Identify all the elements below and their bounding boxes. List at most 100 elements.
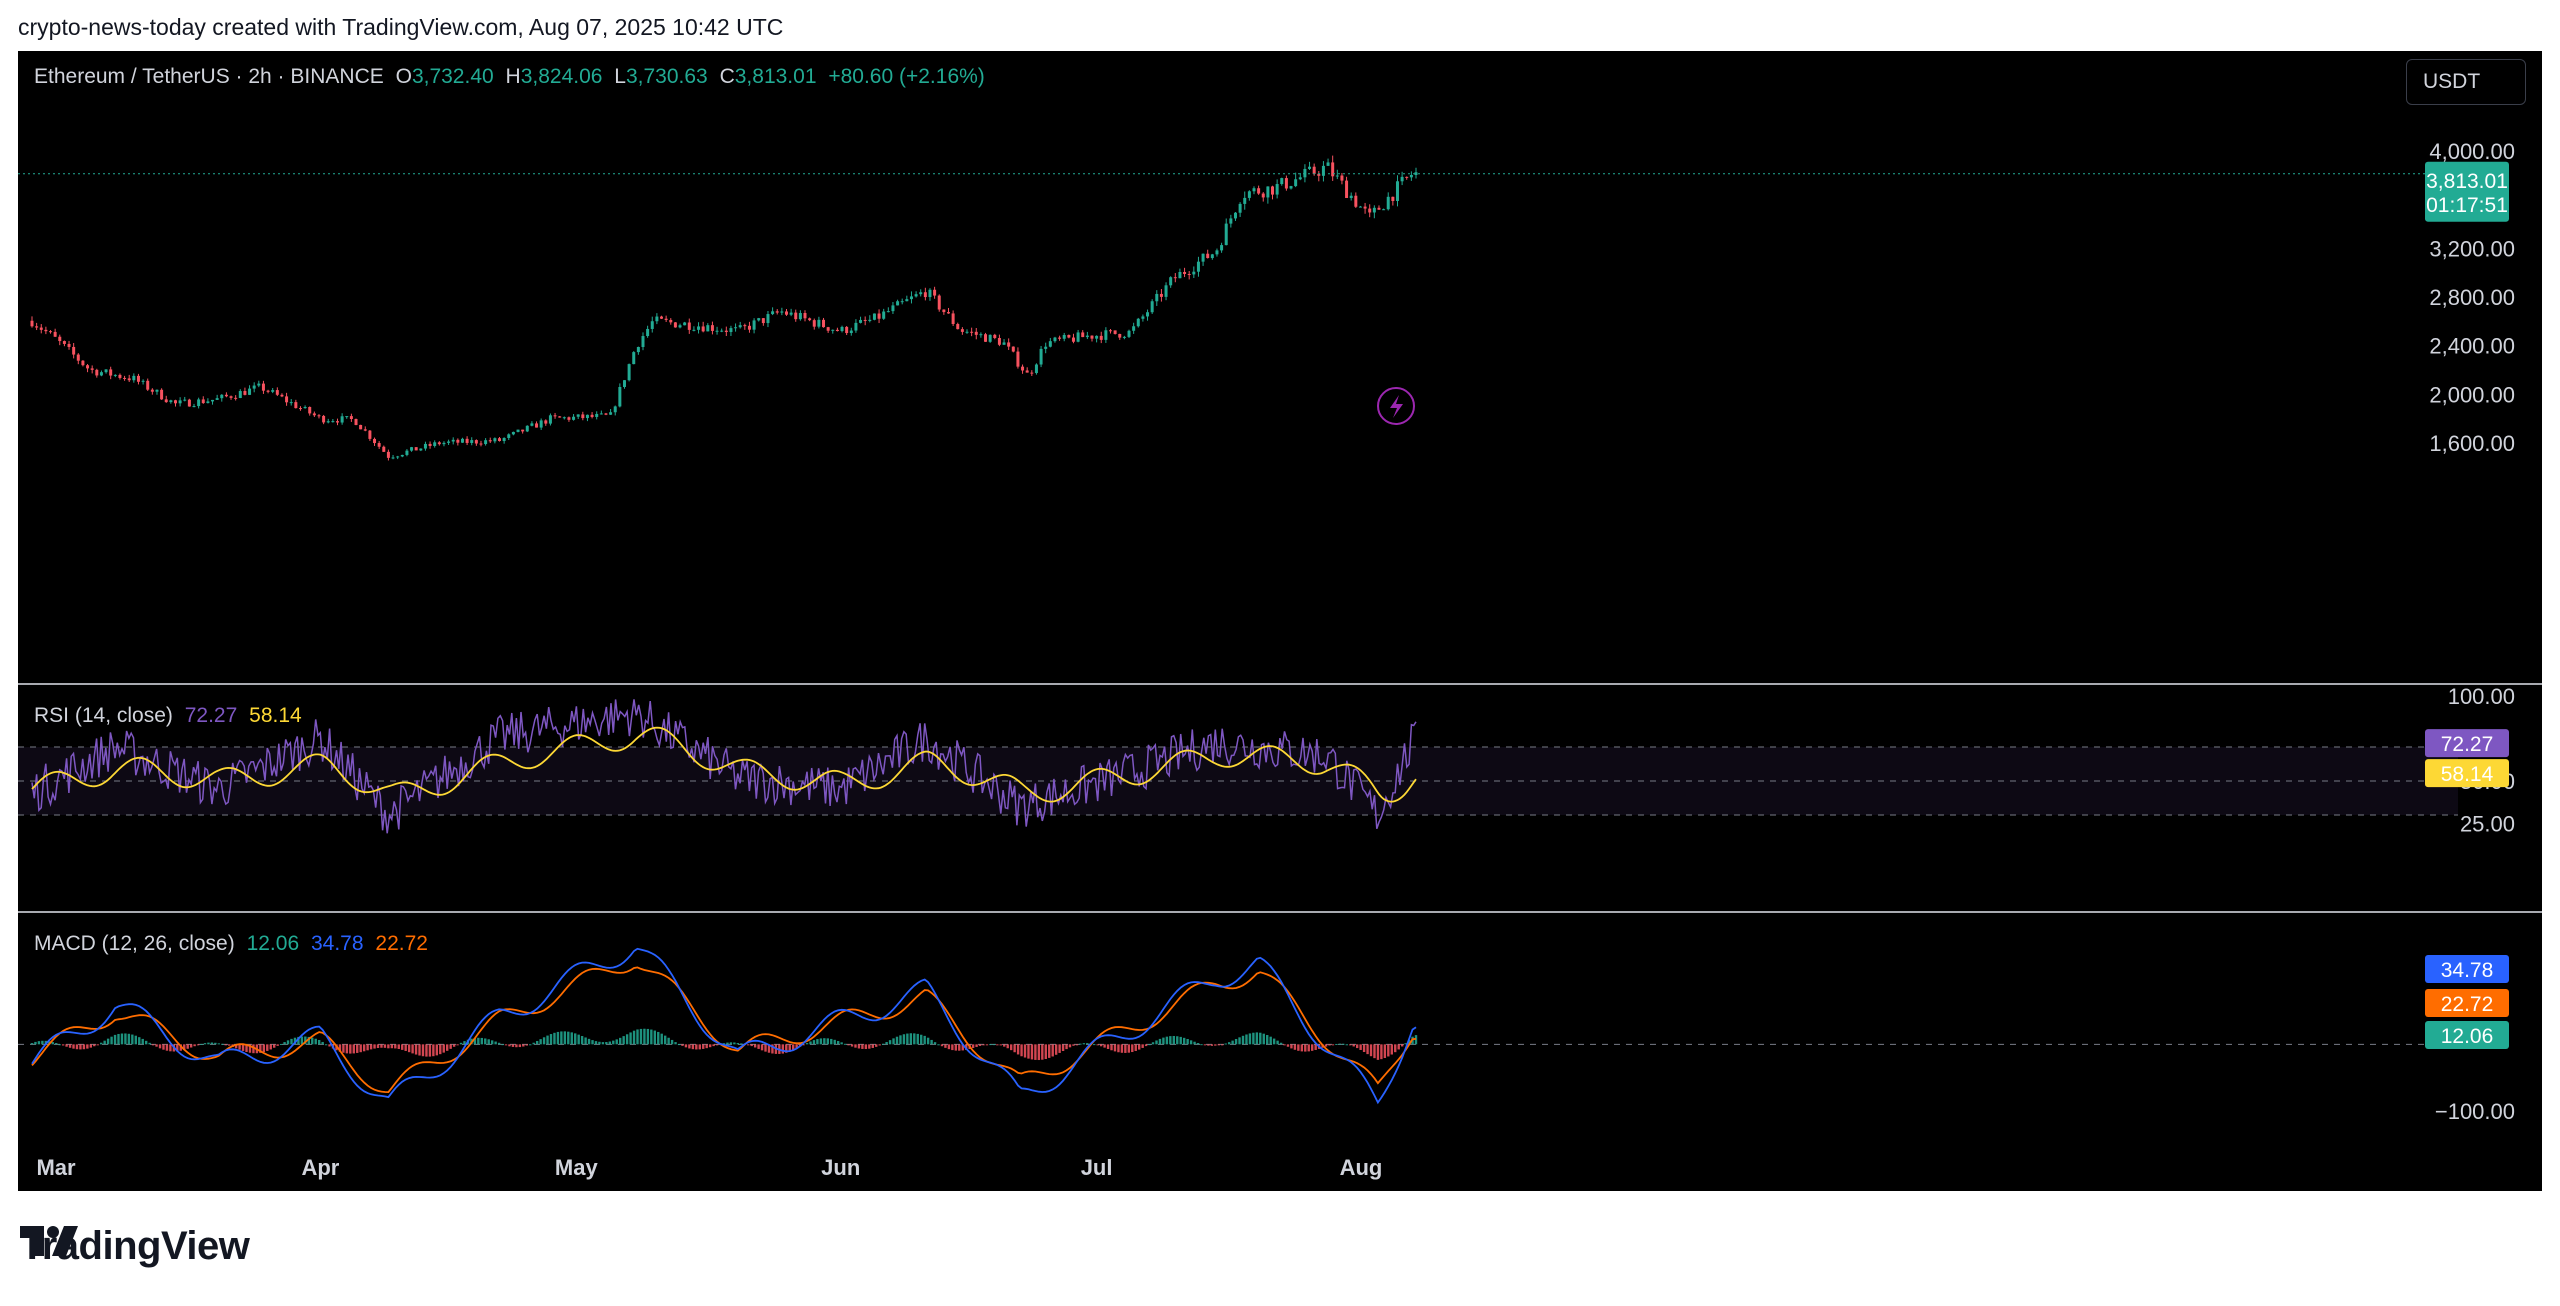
candle (49, 331, 53, 333)
macd-hist-bar (1048, 1044, 1051, 1058)
candle (946, 312, 950, 314)
macd-hist-bar (442, 1044, 445, 1053)
candle (1220, 245, 1224, 251)
macd-hist-tag-text: 12.06 (2441, 1025, 2494, 1048)
macd-hist-bar (1300, 1044, 1304, 1052)
macd-hist-bar (162, 1044, 165, 1050)
macd-hist-bar (560, 1031, 563, 1045)
macd-hist-bar (996, 1044, 999, 1046)
symbol-legend[interactable]: Ethereum / TetherUS · 2h · BINANCE O3,73… (34, 65, 991, 89)
candle (905, 299, 909, 302)
candle (405, 450, 409, 455)
candle (1303, 168, 1307, 178)
macd-hist-bar (456, 1044, 459, 1046)
macd-hist-bar (1169, 1036, 1172, 1045)
symbol-title: Ethereum / TetherUS · 2h · BINANCE (34, 65, 384, 88)
candle (655, 316, 659, 322)
macd-hist-bar (809, 1041, 812, 1045)
macd-hist-value: 12.06 (246, 932, 300, 955)
time-axis-label: Jul (1081, 1155, 1113, 1180)
rsi-legend[interactable]: RSI (14, close) 72.27 58.14 (34, 704, 308, 728)
candle (419, 448, 423, 451)
low-value: 3,730.63 (625, 65, 708, 88)
candle (30, 320, 34, 327)
candle (808, 318, 812, 321)
macd-hist-bar (1255, 1032, 1259, 1045)
candle (868, 319, 872, 321)
candle (798, 313, 802, 320)
chart-frame[interactable]: 4,000.00 3,200.00 2,800.00 2,400.00 2,000.00… (18, 51, 2542, 1191)
price-axis-label: 2,400.00 (2429, 334, 2515, 359)
candle (62, 341, 66, 344)
macd-hist-bar (1151, 1042, 1155, 1045)
tradingview-logo[interactable]: TradingView (20, 1224, 250, 1269)
candle (673, 322, 677, 328)
macd-hist-bar (504, 1044, 508, 1046)
candle (747, 325, 751, 330)
candle (211, 399, 215, 402)
lightning-icon (1377, 387, 1415, 425)
chart-canvas[interactable]: 4,000.00 3,200.00 2,800.00 2,400.00 2,000.00… (18, 51, 2542, 1191)
candle (257, 383, 261, 386)
macd-hist-bar (1165, 1036, 1169, 1045)
candle (1224, 223, 1228, 246)
macd-hist-bar (79, 1044, 82, 1050)
candle (183, 399, 187, 401)
candle (664, 318, 668, 320)
time-axis-label: Aug (1340, 1155, 1383, 1180)
candle (1368, 208, 1372, 213)
candle (1210, 254, 1214, 259)
macd-hist-bar (712, 1044, 715, 1047)
candle (581, 414, 585, 419)
macd-hist-bar (1096, 1044, 1099, 1046)
candle (1298, 177, 1302, 180)
candle (576, 414, 580, 417)
candle (632, 352, 636, 365)
macd-hist-bar (1359, 1044, 1362, 1050)
macd-hist-bar (37, 1041, 41, 1045)
candle (451, 439, 455, 442)
macd-hist-bar (1182, 1037, 1186, 1045)
macd-hist-bar (446, 1044, 449, 1051)
macd-hist-bar (636, 1029, 639, 1045)
macd-legend[interactable]: MACD (12, 26, close) 12.06 34.78 22.72 (34, 932, 434, 956)
candle (738, 325, 742, 328)
macd-hist-bar (691, 1044, 695, 1050)
candle (988, 334, 992, 342)
macd-hist-bar (1086, 1043, 1089, 1045)
candle (280, 394, 284, 397)
candle (1358, 206, 1362, 208)
macd-hist-bar (169, 1044, 172, 1052)
macd-hist-bar (241, 1044, 245, 1051)
candle (1284, 178, 1288, 189)
macd-hist-bar (539, 1039, 542, 1045)
macd-hist-bar (733, 1042, 736, 1045)
macd-hist-bar (740, 1043, 743, 1045)
macd-hist-bar (670, 1039, 674, 1045)
candle (1395, 181, 1399, 201)
macd-hist-bar (203, 1043, 207, 1045)
candle (1122, 336, 1126, 338)
macd-hist-bar (61, 1044, 65, 1046)
macd-hist-bar (266, 1044, 269, 1051)
currency-button[interactable]: USDT (2406, 59, 2526, 105)
candle (1335, 175, 1339, 177)
candle (123, 377, 127, 379)
candle (1062, 334, 1066, 339)
high-value: 3,824.06 (520, 65, 603, 88)
candle (132, 375, 136, 381)
macd-hist-bar (68, 1044, 72, 1048)
candle (984, 334, 988, 342)
candle (1136, 318, 1140, 327)
macd-hist-bar (1376, 1044, 1380, 1060)
macd-hist-bar (1065, 1044, 1068, 1050)
macd-hist-bar (356, 1044, 359, 1053)
candle (173, 400, 177, 404)
macd-hist-bar (1387, 1044, 1390, 1057)
candle (340, 416, 344, 423)
macd-hist-bar (1203, 1044, 1207, 1046)
candle (470, 440, 474, 443)
candle (585, 414, 589, 419)
candle (817, 319, 821, 327)
candle (90, 368, 94, 370)
